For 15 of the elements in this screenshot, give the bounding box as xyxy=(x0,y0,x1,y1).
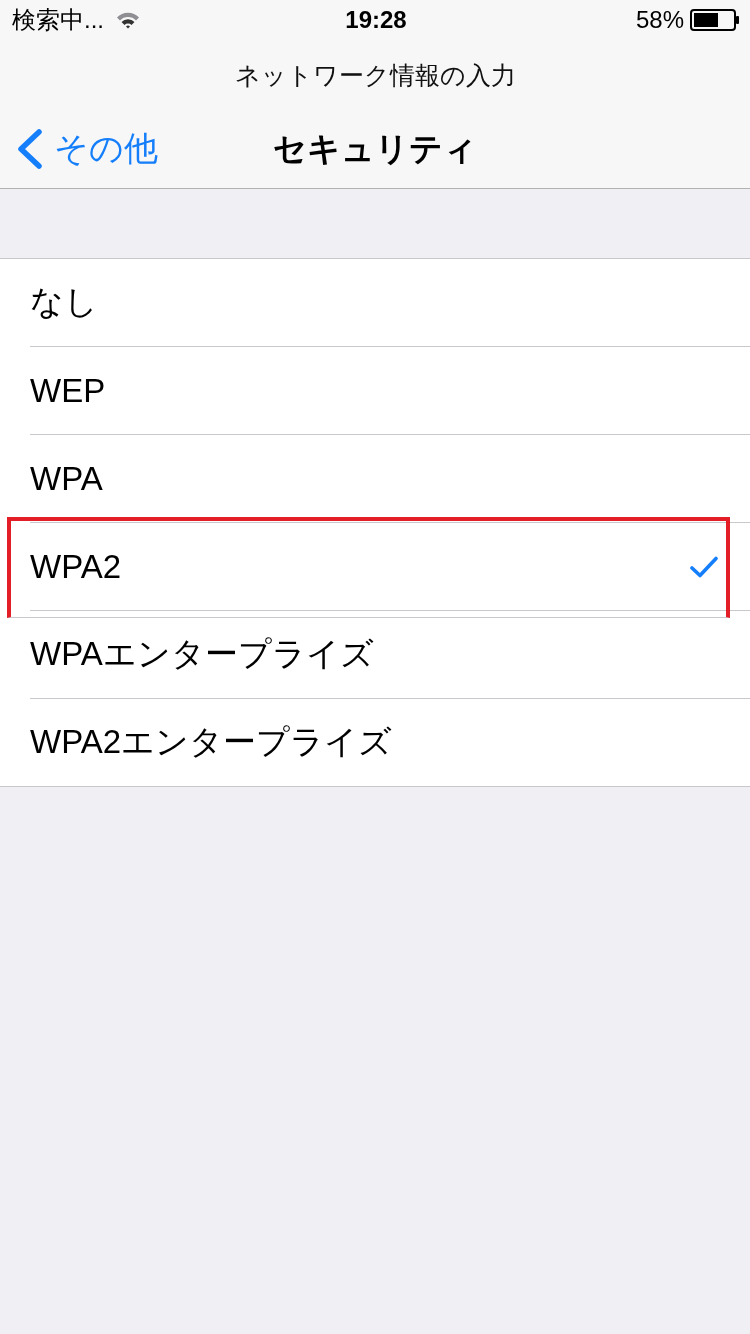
security-option[interactable]: WPA2エンタープライズ xyxy=(30,699,750,786)
security-option[interactable]: WPAエンタープライズ xyxy=(30,611,750,699)
security-option[interactable]: WEP xyxy=(30,347,750,435)
battery-percentage: 58% xyxy=(635,6,684,34)
nav-prompt: ネットワーク情報の入力 xyxy=(234,59,516,91)
battery-icon xyxy=(690,9,740,31)
nav-title: セキュリティ xyxy=(273,128,477,169)
back-chevron-icon xyxy=(16,129,42,169)
carrier-status: 検索中... xyxy=(12,5,104,35)
security-option[interactable]: WPA xyxy=(30,435,750,523)
security-option[interactable]: WPA2 xyxy=(30,523,750,611)
security-option[interactable]: なし xyxy=(30,259,750,347)
wifi-icon xyxy=(116,11,140,29)
status-time: 19:28 xyxy=(345,6,407,34)
back-button[interactable]: その他 xyxy=(16,126,158,172)
